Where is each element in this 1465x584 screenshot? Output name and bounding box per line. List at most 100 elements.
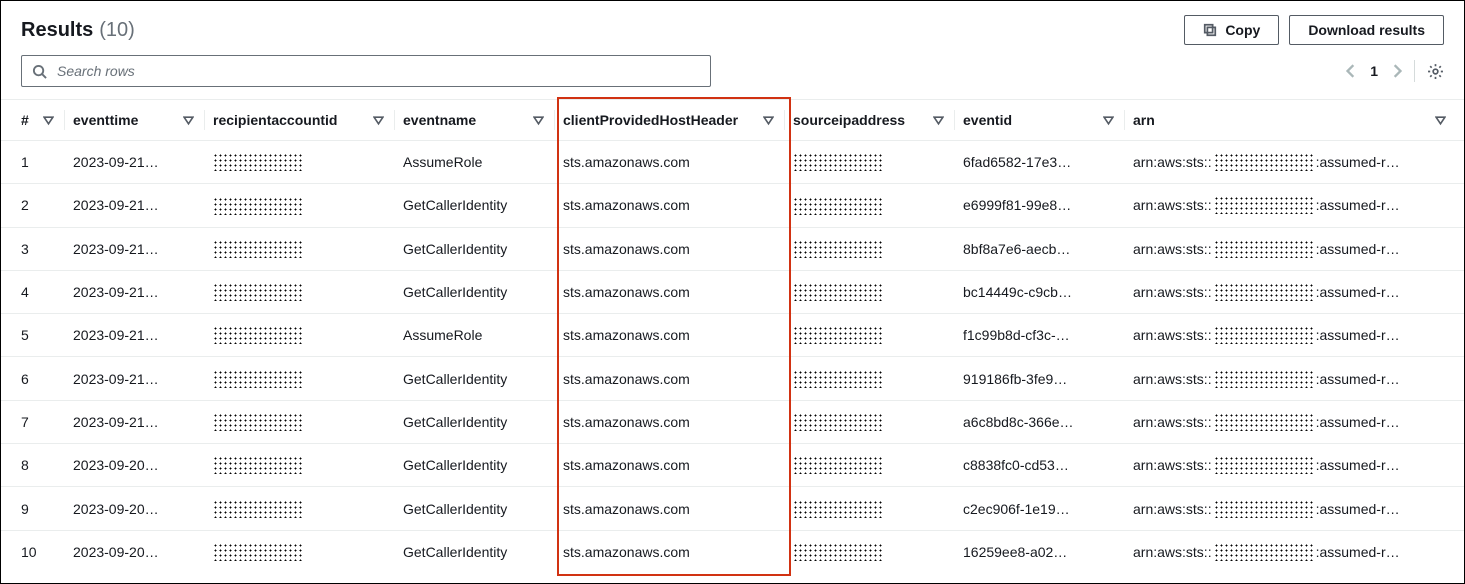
cell-sourceipaddress [793, 487, 963, 530]
column-header-recipientaccountid[interactable]: recipientaccountid [213, 100, 403, 141]
cell-eventid: e6999f81-99e8… [963, 184, 1133, 227]
arn-suffix: :assumed-r… [1316, 501, 1400, 517]
cell-recipientaccountid [213, 141, 403, 184]
download-button[interactable]: Download results [1289, 15, 1444, 45]
search-input[interactable] [55, 62, 700, 80]
column-header-clientProvidedHostHeader[interactable]: clientProvidedHostHeader [563, 100, 793, 141]
column-label: eventtime [73, 112, 138, 128]
column-label: recipientaccountid [213, 112, 337, 128]
cell-recipientaccountid [213, 444, 403, 487]
arn-prefix: arn:aws:sts:: [1133, 327, 1212, 343]
arn-suffix: :assumed-r… [1316, 284, 1400, 300]
column-label: eventname [403, 112, 476, 128]
redacted-value [1214, 456, 1314, 474]
table-row[interactable]: 12023-09-21…AssumeRolests.amazonaws.com6… [1, 141, 1464, 184]
redacted-value [793, 326, 883, 344]
next-page-button[interactable] [1392, 64, 1402, 78]
cell-eventtime: 2023-09-21… [73, 357, 213, 400]
table-row[interactable]: 82023-09-20…GetCallerIdentitysts.amazona… [1, 444, 1464, 487]
search-box[interactable] [21, 55, 711, 87]
arn-prefix: arn:aws:sts:: [1133, 501, 1212, 517]
column-header-arn[interactable]: arn [1133, 100, 1464, 141]
cell-recipientaccountid [213, 184, 403, 227]
arn-prefix: arn:aws:sts:: [1133, 284, 1212, 300]
table-row[interactable]: 32023-09-21…GetCallerIdentitysts.amazona… [1, 227, 1464, 270]
filter-icon[interactable] [43, 115, 54, 126]
cell-eventid: 6fad6582-17e3… [963, 141, 1133, 184]
filter-icon[interactable] [1435, 115, 1446, 126]
arn-suffix: :assumed-r… [1316, 414, 1400, 430]
redacted-value [1214, 283, 1314, 301]
table-row[interactable]: 72023-09-21…GetCallerIdentitysts.amazona… [1, 400, 1464, 443]
cell-recipientaccountid [213, 270, 403, 313]
cell-eventid: 16259ee8-a02… [963, 530, 1133, 573]
results-table: # eventtime recipientaccountid eventname cli… [1, 100, 1464, 573]
cell-recipientaccountid [213, 227, 403, 270]
filter-icon[interactable] [1103, 115, 1114, 126]
title-wrap: Results (10) [21, 19, 135, 42]
column-header-row[interactable]: # [1, 100, 73, 141]
redacted-value [213, 240, 303, 258]
cell-sourceipaddress [793, 400, 963, 443]
column-label: # [21, 112, 29, 128]
cell-row: 8 [1, 444, 73, 487]
table-row[interactable]: 102023-09-20…GetCallerIdentitysts.amazon… [1, 530, 1464, 573]
redacted-value [793, 413, 883, 431]
cell-clientProvidedHostHeader: sts.amazonaws.com [563, 314, 793, 357]
cell-row: 2 [1, 184, 73, 227]
cell-clientProvidedHostHeader: sts.amazonaws.com [563, 487, 793, 530]
redacted-value [793, 283, 883, 301]
header-actions: Copy Download results [1184, 15, 1444, 45]
table-row[interactable]: 22023-09-21…GetCallerIdentitysts.amazona… [1, 184, 1464, 227]
cell-arn: arn:aws:sts:::assumed-r… [1133, 400, 1464, 443]
settings-button[interactable] [1427, 63, 1444, 80]
cell-sourceipaddress [793, 530, 963, 573]
cell-clientProvidedHostHeader: sts.amazonaws.com [563, 184, 793, 227]
redacted-value [1214, 153, 1314, 171]
cell-eventname: GetCallerIdentity [403, 357, 563, 400]
filter-icon[interactable] [533, 115, 544, 126]
redacted-value [213, 326, 303, 344]
redacted-value [213, 153, 303, 171]
table-row[interactable]: 42023-09-21…GetCallerIdentitysts.amazona… [1, 270, 1464, 313]
filter-icon[interactable] [373, 115, 384, 126]
cell-eventtime: 2023-09-21… [73, 227, 213, 270]
cell-eventname: GetCallerIdentity [403, 270, 563, 313]
cell-eventtime: 2023-09-20… [73, 487, 213, 530]
redacted-value [1214, 413, 1314, 431]
column-header-eventname[interactable]: eventname [403, 100, 563, 141]
table-row[interactable]: 92023-09-20…GetCallerIdentitysts.amazona… [1, 487, 1464, 530]
filter-icon[interactable] [183, 115, 194, 126]
redacted-value [793, 153, 883, 171]
column-header-eventtime[interactable]: eventtime [73, 100, 213, 141]
redacted-value [793, 456, 883, 474]
redacted-value [1214, 370, 1314, 388]
redacted-value [793, 240, 883, 258]
redacted-value [1214, 196, 1314, 214]
cell-recipientaccountid [213, 314, 403, 357]
redacted-value [1214, 500, 1314, 518]
cell-row: 7 [1, 400, 73, 443]
filter-icon[interactable] [763, 115, 774, 126]
redacted-value [1214, 240, 1314, 258]
cell-recipientaccountid [213, 530, 403, 573]
cell-arn: arn:aws:sts:::assumed-r… [1133, 227, 1464, 270]
cell-sourceipaddress [793, 357, 963, 400]
cell-eventtime: 2023-09-21… [73, 314, 213, 357]
cell-clientProvidedHostHeader: sts.amazonaws.com [563, 530, 793, 573]
copy-button[interactable]: Copy [1184, 15, 1279, 45]
column-label: arn [1133, 112, 1155, 128]
table-row[interactable]: 62023-09-21…GetCallerIdentitysts.amazona… [1, 357, 1464, 400]
prev-page-button[interactable] [1346, 64, 1356, 78]
results-table-wrap: # eventtime recipientaccountid eventname cli… [1, 99, 1464, 573]
cell-row: 10 [1, 530, 73, 573]
column-header-eventid[interactable]: eventid [963, 100, 1133, 141]
cell-sourceipaddress [793, 270, 963, 313]
column-header-sourceipaddress[interactable]: sourceipaddress [793, 100, 963, 141]
cell-recipientaccountid [213, 357, 403, 400]
cell-eventid: 919186fb-3fe9… [963, 357, 1133, 400]
cell-arn: arn:aws:sts:::assumed-r… [1133, 270, 1464, 313]
cell-eventtime: 2023-09-21… [73, 400, 213, 443]
table-row[interactable]: 52023-09-21…AssumeRolests.amazonaws.comf… [1, 314, 1464, 357]
filter-icon[interactable] [933, 115, 944, 126]
